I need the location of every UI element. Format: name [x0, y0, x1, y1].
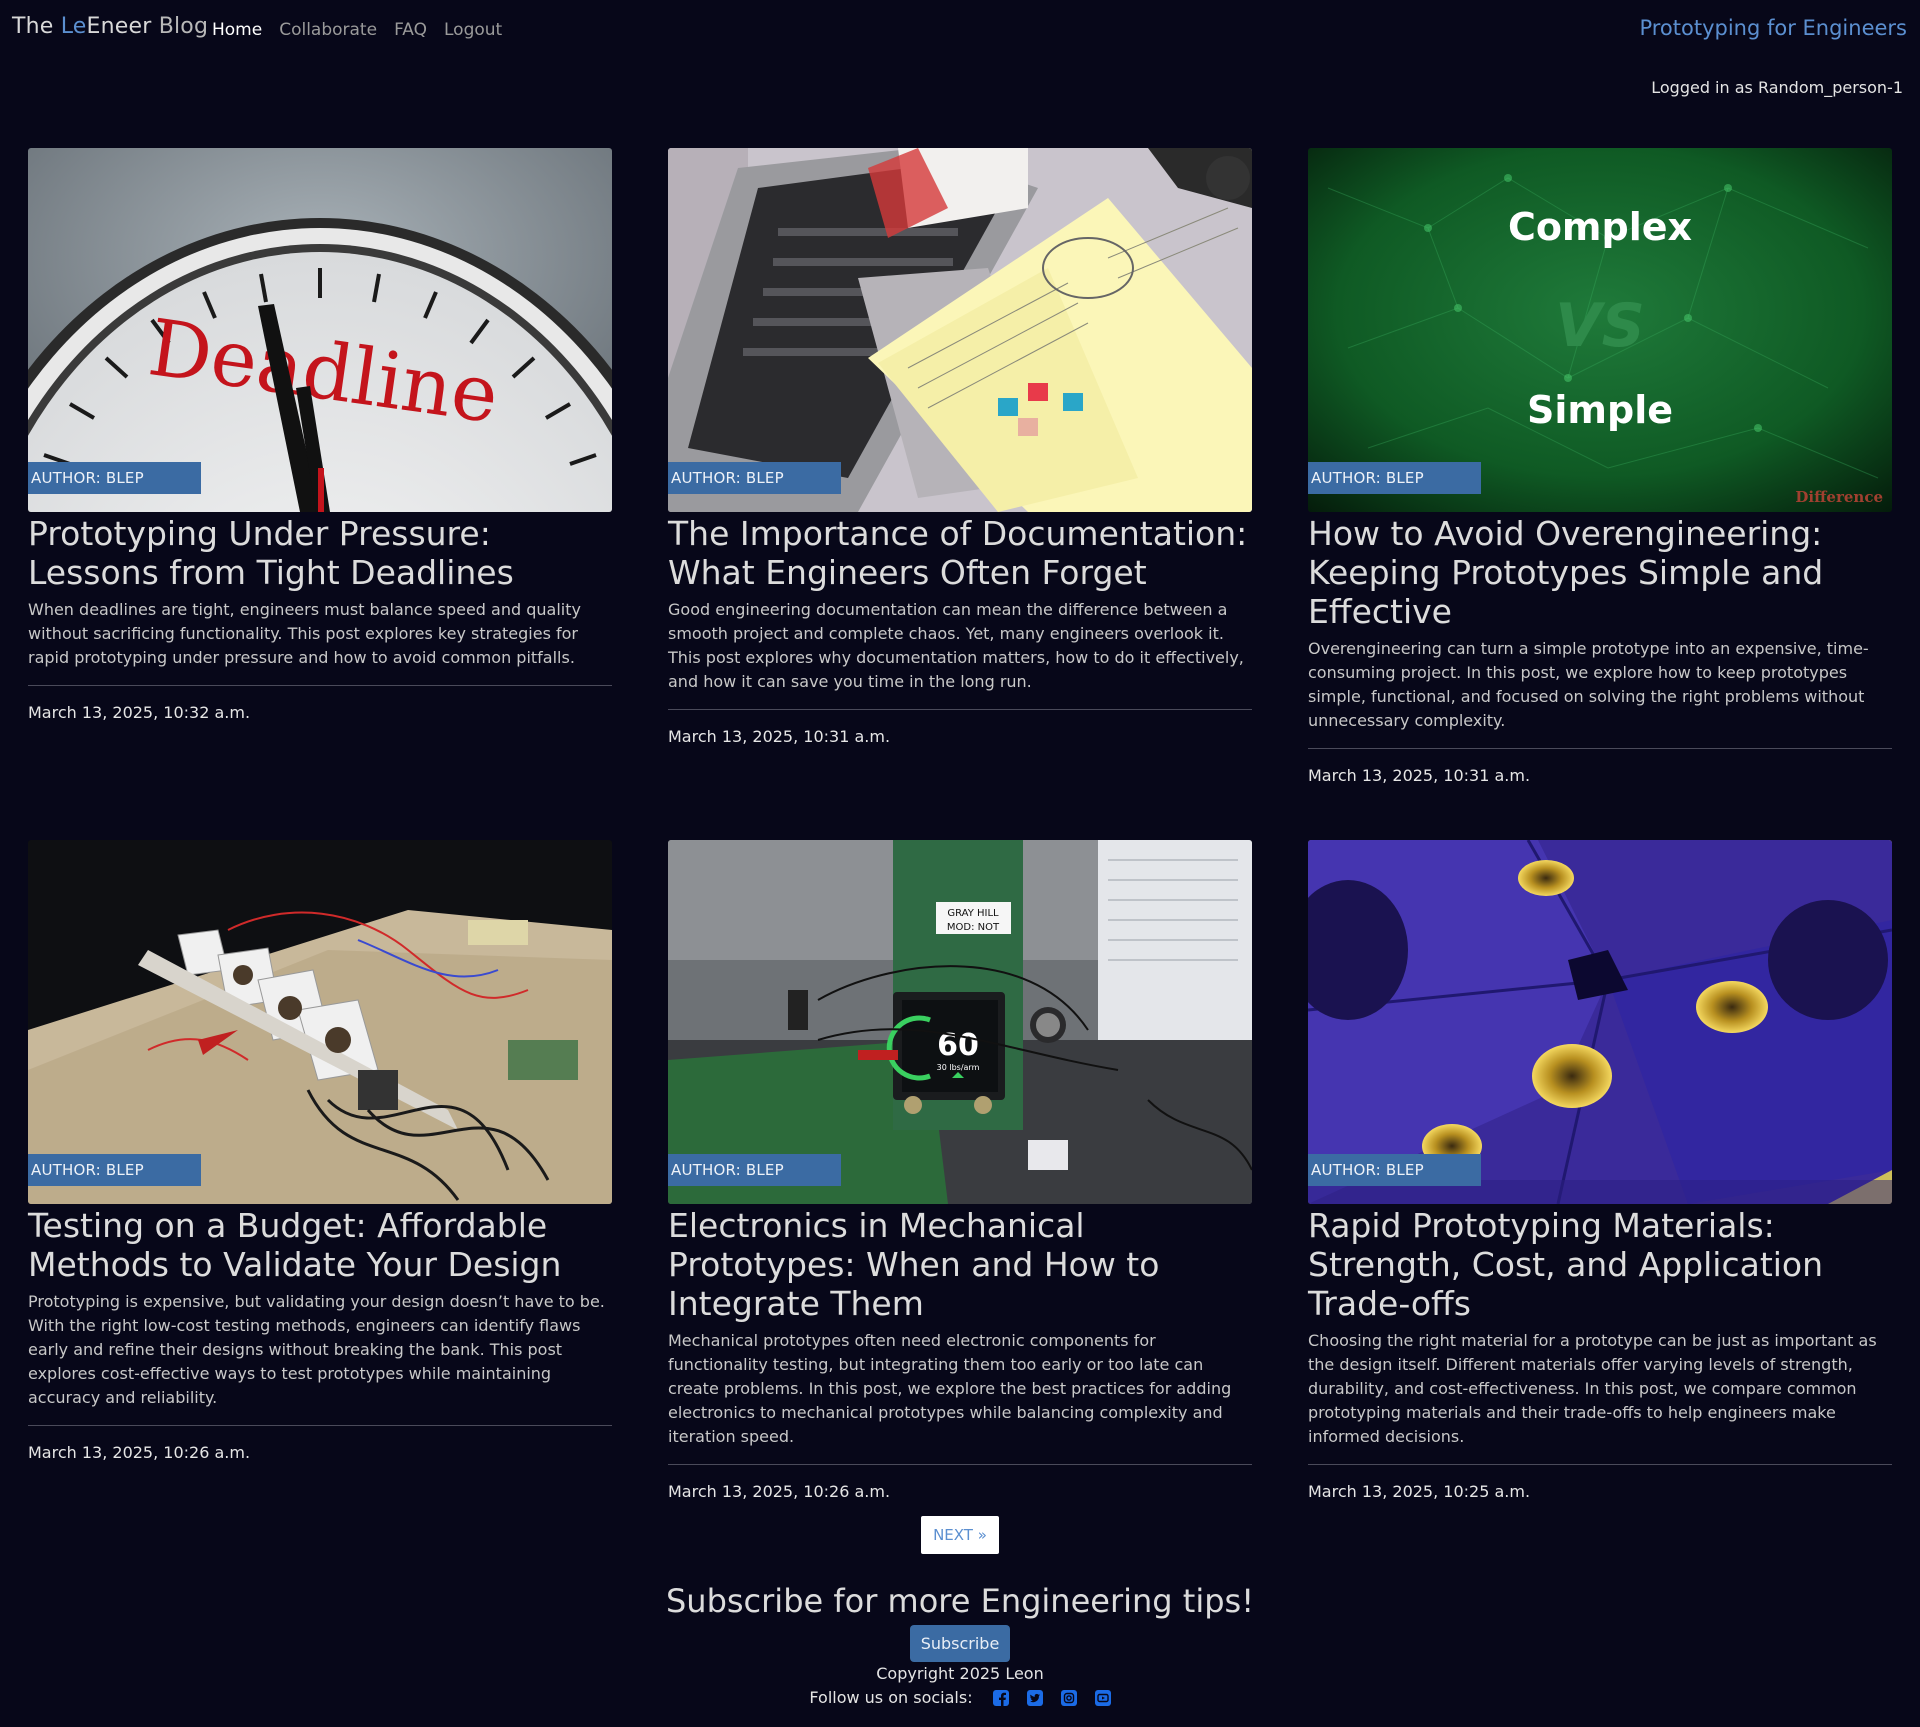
post-title[interactable]: Electronics in Mechanical Prototypes: Wh… — [668, 1206, 1252, 1323]
brand-blog: Blog — [151, 14, 209, 39]
post-date: March 13, 2025, 10:31 a.m. — [668, 727, 891, 746]
divider — [1308, 1464, 1892, 1465]
post-card[interactable]: AUTHOR: BLEP Rapid Prototyping Materials… — [1308, 840, 1892, 1501]
navbar: The LeEneer Blog Home Collaborate FAQ Lo… — [0, 0, 1920, 60]
vs-text: VS — [1555, 291, 1645, 361]
label-gray-hill: GRAY HILL — [947, 908, 999, 919]
youtube-icon[interactable] — [1094, 1689, 1111, 1706]
author-badge[interactable]: AUTHOR: BLEP — [28, 1154, 201, 1186]
post-date: March 13, 2025, 10:26 a.m. — [668, 1482, 891, 1501]
post-title[interactable]: Testing on a Budget: Affordable Methods … — [28, 1206, 612, 1284]
post-image-complex-vs-simple[interactable]: Complex VS Simple Difference AUTHOR: BLE… — [1308, 148, 1892, 512]
post-image-electronics-display[interactable]: GRAY HILL MOD: NOT 60 30 lbs/arm AUTHOR:… — [668, 840, 1252, 1204]
copyright-text: Copyright 2025 Leon — [876, 1664, 1044, 1683]
nav-faq-link[interactable]: FAQ — [394, 20, 427, 40]
follow-label: Follow us on socials: — [809, 1688, 973, 1707]
post-image-laptop-notebook[interactable]: AUTHOR: BLEP — [668, 148, 1252, 512]
facebook-icon[interactable] — [992, 1689, 1009, 1706]
post-image-purple-print-inserts[interactable]: AUTHOR: BLEP — [1308, 840, 1892, 1204]
author-badge[interactable]: AUTHOR: BLEP — [668, 1154, 841, 1186]
simple-text: Simple — [1527, 388, 1673, 432]
post-description: Good engineering documentation can mean … — [668, 600, 1244, 691]
complex-text: Complex — [1508, 205, 1692, 249]
author-badge[interactable]: AUTHOR: BLEP — [668, 462, 841, 494]
post-description: When deadlines are tight, engineers must… — [28, 600, 581, 667]
display-unit: 30 lbs/arm — [937, 1063, 980, 1072]
post-date: March 13, 2025, 10:26 a.m. — [28, 1443, 251, 1462]
post-description: Overengineering can turn a simple protot… — [1308, 639, 1869, 730]
brand-le: Le — [60, 14, 87, 39]
post-title[interactable]: Prototyping Under Pressure: Lessons from… — [28, 514, 612, 592]
nav-links: Home Collaborate FAQ Logout — [212, 20, 502, 40]
post-description: Prototyping is expensive, but validating… — [28, 1292, 605, 1407]
post-image-test-rig-table[interactable]: AUTHOR: BLEP — [28, 840, 612, 1204]
post-image-deadline-clock[interactable]: Deadline AUTHOR: BLEP — [28, 148, 612, 512]
post-title[interactable]: How to Avoid Overengineering: Keeping Pr… — [1308, 514, 1892, 631]
subscribe-heading: Subscribe for more Engineering tips! — [665, 1582, 1255, 1620]
brand-pre: The — [12, 14, 61, 39]
author-badge[interactable]: AUTHOR: BLEP — [28, 462, 201, 494]
divider — [28, 685, 612, 686]
logged-in-status: Logged in as Random_person-1 — [1651, 78, 1903, 97]
post-card[interactable]: Deadline AUTHOR: BLEP Prototyping Under … — [28, 148, 612, 722]
post-date: March 13, 2025, 10:25 a.m. — [1308, 1482, 1531, 1501]
subscribe-button[interactable]: Subscribe — [910, 1625, 1010, 1662]
brand-logo[interactable]: The LeEneer Blog — [12, 14, 208, 39]
post-title[interactable]: Rapid Prototyping Materials: Strength, C… — [1308, 1206, 1892, 1323]
post-card[interactable]: AUTHOR: BLEP The Importance of Documenta… — [668, 148, 1252, 746]
post-card[interactable]: AUTHOR: BLEP Testing on a Budget: Afford… — [28, 840, 612, 1462]
post-description: Mechanical prototypes often need electro… — [668, 1331, 1232, 1446]
author-badge[interactable]: AUTHOR: BLEP — [1308, 462, 1481, 494]
post-title[interactable]: The Importance of Documentation: What En… — [668, 514, 1252, 592]
nav-logout-link[interactable]: Logout — [444, 20, 502, 40]
nav-home-link[interactable]: Home — [212, 20, 262, 40]
site-tagline-link[interactable]: Prototyping for Engineers — [1639, 16, 1907, 40]
divider — [28, 1425, 612, 1426]
post-date: March 13, 2025, 10:31 a.m. — [1308, 766, 1531, 785]
author-badge[interactable]: AUTHOR: BLEP — [1308, 1154, 1481, 1186]
instagram-icon[interactable] — [1060, 1689, 1077, 1706]
divider — [668, 1464, 1252, 1465]
label-mod: MOD: NOT — [947, 922, 1000, 933]
nav-collaborate-link[interactable]: Collaborate — [279, 20, 377, 40]
divider — [1308, 748, 1892, 749]
post-card[interactable]: GRAY HILL MOD: NOT 60 30 lbs/arm AUTHOR:… — [668, 840, 1252, 1501]
brand-eneer: Eneer — [86, 14, 152, 39]
post-description: Choosing the right material for a protot… — [1308, 1331, 1877, 1446]
post-card[interactable]: Complex VS Simple Difference AUTHOR: BLE… — [1308, 148, 1892, 785]
difference-watermark: Difference — [1795, 488, 1883, 506]
social-links: Follow us on socials: — [0, 1688, 1920, 1707]
twitter-icon[interactable] — [1026, 1689, 1043, 1706]
divider — [668, 709, 1252, 710]
post-date: March 13, 2025, 10:32 a.m. — [28, 703, 251, 722]
next-page-button[interactable]: NEXT » — [921, 1516, 999, 1554]
